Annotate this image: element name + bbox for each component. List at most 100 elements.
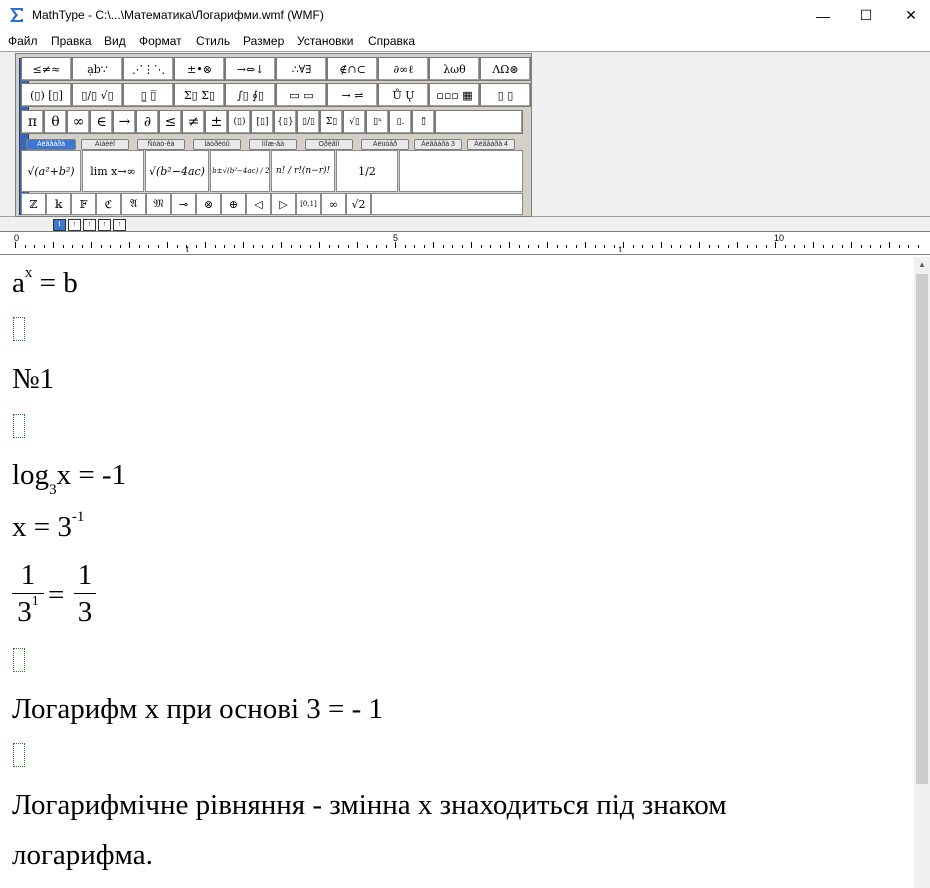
palette-embellishments[interactable]: ⋰⋮⋱ <box>123 57 174 81</box>
template-one-half[interactable]: 1/2 <box>336 150 398 192</box>
tab-sets[interactable]: Ìíîæ-âà <box>249 139 297 150</box>
symbol-sqrt2[interactable]: √2 <box>346 193 371 215</box>
size-sub-button[interactable]: ↑ <box>68 219 81 231</box>
equation-line-4[interactable]: x = 3-1 <box>12 509 84 544</box>
scroll-up-arrow-icon[interactable]: ▲ <box>914 257 930 271</box>
scroll-thumb[interactable] <box>916 274 928 784</box>
menu-file[interactable]: Файл <box>8 34 38 48</box>
palette-operators[interactable]: ±•⊗ <box>174 57 225 81</box>
tab-trig[interactable]: Òðèãîí <box>305 139 353 150</box>
symbol-interval[interactable]: [0,1] <box>296 193 321 215</box>
palette-relational[interactable]: ≤≠≈ <box>21 57 72 81</box>
menu-view[interactable]: Вид <box>104 34 126 48</box>
symbol-fraktur-m[interactable]: 𝔐 <box>146 193 171 215</box>
template-sum[interactable]: Σ▯ <box>320 110 343 134</box>
empty-slot[interactable] <box>13 648 25 672</box>
palette-fences[interactable]: (▯) [▯] <box>21 83 72 107</box>
menu-format[interactable]: Формат <box>139 34 182 48</box>
template-brackets[interactable]: [▯] <box>251 110 274 134</box>
menu-size[interactable]: Размер <box>243 34 284 48</box>
template-limit[interactable]: lim x→∞ <box>82 150 144 192</box>
minimize-button[interactable]: — <box>800 0 846 31</box>
symbol-left-triangle[interactable]: ◁ <box>246 193 271 215</box>
symbol-partial[interactable]: ∂ <box>136 110 159 134</box>
symbol-k[interactable]: 𝕜 <box>46 193 71 215</box>
symbol-infinity-small[interactable]: ∞ <box>321 193 346 215</box>
size-subsymbol-button[interactable]: ↑ <box>113 219 126 231</box>
size-full-button[interactable]: t <box>53 219 66 231</box>
palette-greek-lower[interactable]: λωθ <box>429 57 480 81</box>
symbol-infinity[interactable]: ∞ <box>67 110 90 134</box>
empty-slot[interactable] <box>13 317 25 341</box>
vertical-scrollbar[interactable]: ▲ <box>914 257 930 888</box>
symbol-integers[interactable]: ℤ <box>21 193 46 215</box>
menu-style[interactable]: Стиль <box>196 34 230 48</box>
ruler[interactable]: 0 5 10 t t <box>0 231 930 255</box>
symbol-multimap[interactable]: ⊸ <box>171 193 196 215</box>
template-combination[interactable]: n! / r!(n−r)! <box>271 150 335 192</box>
symbol-leq[interactable]: ≤ <box>159 110 182 134</box>
tab-algebra[interactable]: Àëãåáðà <box>26 139 76 150</box>
symbol-otimes[interactable]: ⊗ <box>196 193 221 215</box>
palette-boxes[interactable]: ▯ ▯ <box>480 83 531 107</box>
equation-line-1[interactable]: ax = b <box>12 265 78 300</box>
palette-sums[interactable]: Σ▯ Σ▯ <box>174 83 225 107</box>
template-fraction[interactable]: ▯/▯ <box>297 110 320 134</box>
palette-fractions-radicals[interactable]: ▯/▯ √▯ <box>72 83 123 107</box>
symbol-theta[interactable]: θ <box>44 110 67 134</box>
ruler-tab-stop[interactable]: t <box>619 244 622 254</box>
symbol-arrow[interactable]: → <box>113 110 136 134</box>
symbol-plus-minus[interactable]: ± <box>205 110 228 134</box>
template-parens[interactable]: (▯) <box>228 110 251 134</box>
symbol-neq[interactable]: ≠ <box>182 110 205 134</box>
palette-bars[interactable]: ▭ ▭ <box>276 83 327 107</box>
tab-tab8[interactable]: Àëãåáðà 3 <box>414 139 462 150</box>
tab-matrices[interactable]: Ìàòðèöû <box>193 139 241 150</box>
symbol-field-f[interactable]: 𝔽 <box>71 193 96 215</box>
template-braces[interactable]: {▯} <box>274 110 297 134</box>
template-subscript[interactable]: ▯. <box>389 110 412 134</box>
tab-tab9[interactable]: Àëãåáðà 4 <box>467 139 515 150</box>
palette-integrals[interactable]: ∫▯ ∮▯ <box>225 83 276 107</box>
palette-arrows[interactable]: →⇔↓ <box>225 57 276 81</box>
template-pythagoras[interactable]: √(a²+b²) <box>21 150 81 192</box>
equation-line-3[interactable]: log3x = -1 <box>12 459 126 498</box>
symbol-empty-area[interactable] <box>371 193 523 215</box>
tab-derivations[interactable]: Àìáèèî <box>81 139 129 150</box>
template-quadratic[interactable]: −b±√(b²−4ac) / 2a <box>210 150 270 192</box>
tab-geometry[interactable]: Àëüòåð <box>361 139 409 150</box>
close-button[interactable]: ✕ <box>888 0 930 31</box>
symbol-empty-slot[interactable] <box>435 110 523 134</box>
symbol-pi[interactable]: π <box>21 110 44 134</box>
symbol-fraktur-a[interactable]: 𝔄 <box>121 193 146 215</box>
template-empty-area[interactable] <box>399 150 523 192</box>
size-symbol-button[interactable]: ↑ <box>98 219 111 231</box>
symbol-fraktur-c[interactable]: ℭ <box>96 193 121 215</box>
maximize-button[interactable]: ☐ <box>843 0 889 31</box>
palette-greek-upper[interactable]: ΛΩ⊛ <box>480 57 531 81</box>
size-subsub-button[interactable]: ↑ <box>83 219 96 231</box>
equation-line-2[interactable]: №1 <box>12 363 54 396</box>
template-discriminant[interactable]: √(b²−4ac) <box>145 150 209 192</box>
palette-misc[interactable]: ∂∞ℓ <box>378 57 429 81</box>
text-line-explanation-1[interactable]: Логарифмічне рівняння - змінна x знаходи… <box>12 789 727 822</box>
template-sqrt[interactable]: √▯ <box>343 110 366 134</box>
menu-preferences[interactable]: Установки <box>297 34 353 48</box>
text-line-definition[interactable]: Логарифм x при основі 3 = - 1 <box>12 693 383 726</box>
symbol-oplus[interactable]: ⊕ <box>221 193 246 215</box>
template-tilde[interactable]: ▯̃ <box>412 110 435 134</box>
empty-slot[interactable] <box>13 414 25 438</box>
palette-sets[interactable]: ∉∩⊂ <box>327 57 378 81</box>
palette-products[interactable]: Ů Ų <box>378 83 429 107</box>
menu-edit[interactable]: Правка <box>51 34 92 48</box>
palette-matrices[interactable]: ▫▫▫ ▦ <box>429 83 480 107</box>
palette-labeled-arrows[interactable]: → ⇌ <box>327 83 378 107</box>
symbol-element-of[interactable]: ∈ <box>90 110 113 134</box>
equation-editor[interactable]: ax = b №1 log3x = -1 x = 3-1 1 31 = 1 3 … <box>0 257 914 888</box>
symbol-right-triangle[interactable]: ▷ <box>271 193 296 215</box>
palette-spaces[interactable]: ạb∵ <box>72 57 123 81</box>
template-superscript[interactable]: ▯ˣ <box>366 110 389 134</box>
text-line-explanation-2[interactable]: логарифма. <box>12 839 153 872</box>
palette-scripts[interactable]: ▯̲ ▯̅ <box>123 83 174 107</box>
tab-statistics[interactable]: Ñòàò-êà <box>137 139 185 150</box>
